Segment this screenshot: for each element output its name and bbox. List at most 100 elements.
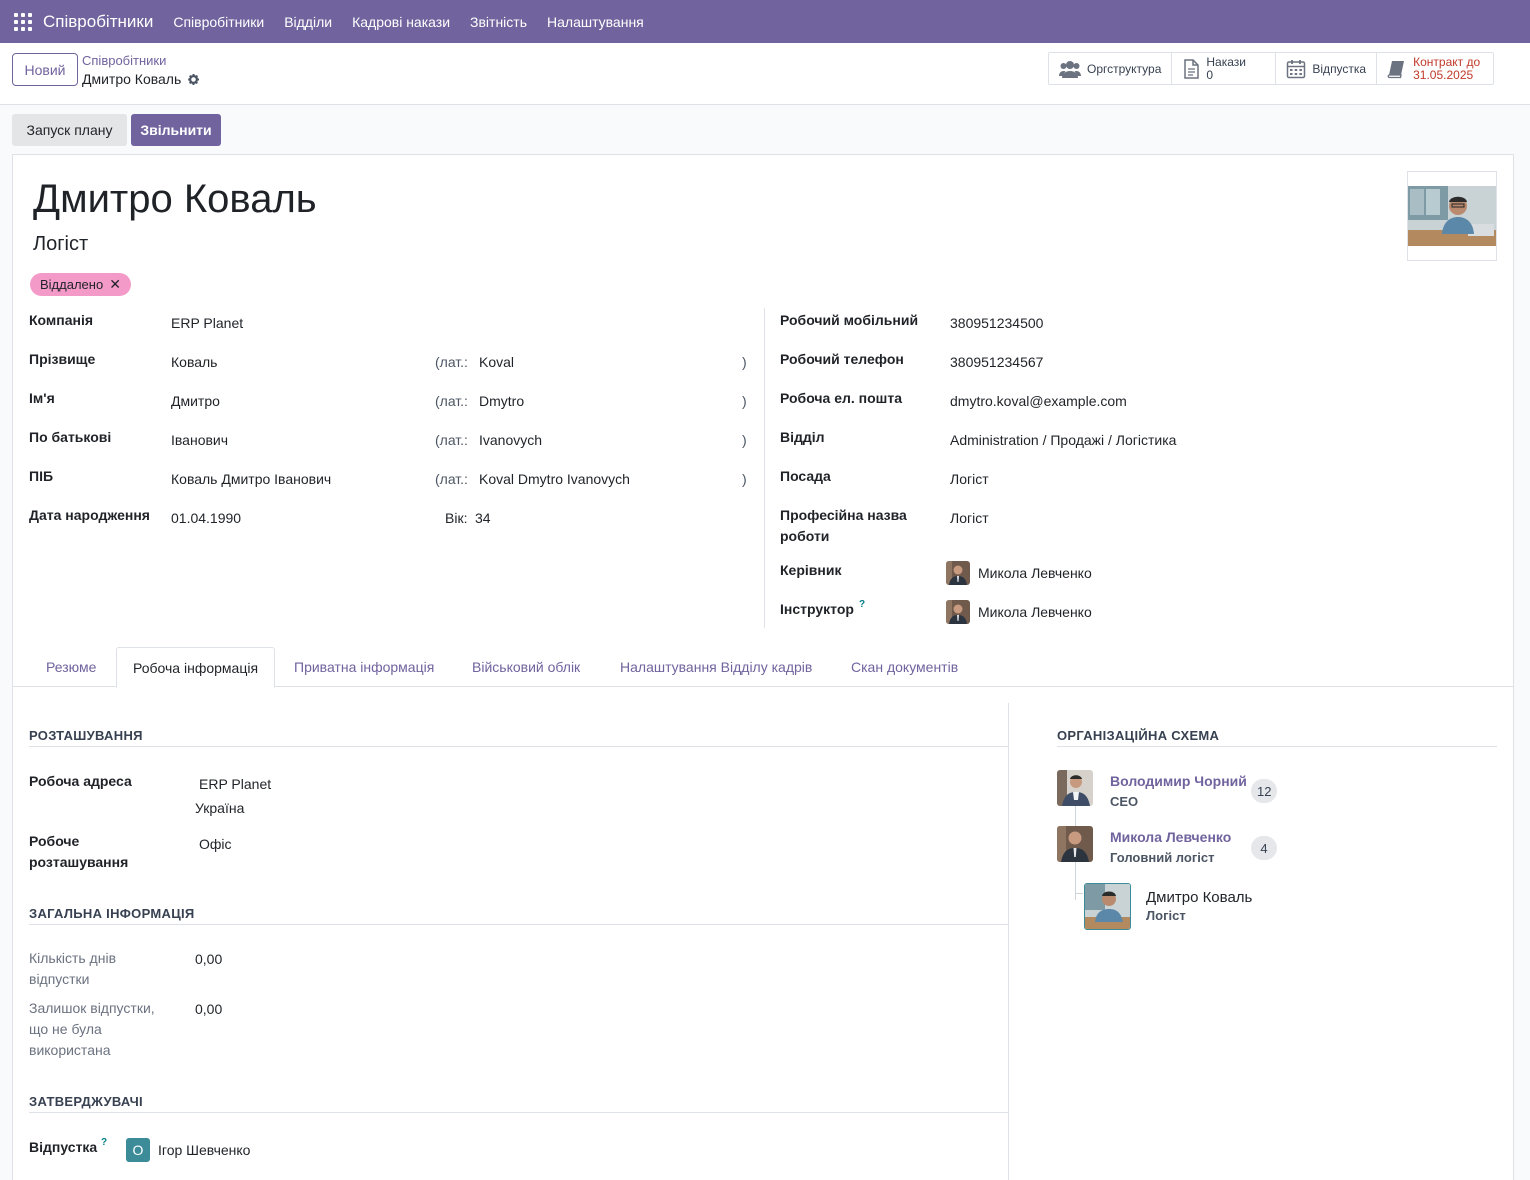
employee-photo[interactable] [1407,171,1497,261]
lastname-lat-suffix: ) [742,354,747,370]
top-navbar: Співробітники Співробітники Відділи Кадр… [0,0,1530,43]
work-location-field[interactable]: Офіс [199,834,232,854]
dismiss-button[interactable]: Звільнити [131,114,221,146]
org-node-0-name[interactable]: Володимир Чорний [1110,773,1247,789]
org-chart-title: ОРГАНІЗАЦІЙНА СХЕМА [1057,728,1220,743]
org-node-0-avatar[interactable] [1057,770,1093,806]
age-label: Вік: [445,510,468,526]
patronymic-label: По батькові [29,429,112,445]
employee-job-title[interactable]: Логіст [33,233,88,256]
nav-settings[interactable]: Налаштування [547,14,644,30]
tab-resume[interactable]: Резюме [46,647,96,687]
birthdate-field[interactable]: 01.04.1990 [171,508,241,528]
nav-employees[interactable]: Співробітники [173,14,264,30]
approver-help-icon[interactable]: ? [101,1137,107,1148]
manager-field[interactable]: Микола Левченко [978,563,1092,583]
coach-help-icon[interactable]: ? [859,599,865,610]
prof-title-label: Професійна назва роботи [780,505,907,547]
firstname-lat-prefix: (лат.: [435,393,468,409]
nav-reporting[interactable]: Звітність [470,14,527,30]
leave-remaining-value: 0,00 [195,1001,223,1017]
orders-button[interactable]: Накази 0 [1172,53,1277,84]
patronymic-field[interactable]: Іванович [171,430,228,450]
document-icon [1184,58,1200,79]
coach-field[interactable]: Микола Левченко [978,602,1092,622]
work-phone-label: Робочий телефон [780,351,904,367]
work-address-field[interactable]: ERP Planet [199,774,271,794]
breadcrumb-current: Дмитро Коваль [82,71,200,87]
leave-button[interactable]: Відпустка [1276,53,1378,84]
employee-name[interactable]: Дмитро Коваль [33,177,317,222]
age-value: 34 [475,510,491,526]
book-icon [1387,60,1405,78]
work-mobile-field[interactable]: 380951234500 [950,313,1043,333]
tab-work-info[interactable]: Робоча інформація [116,647,276,688]
work-location-label-line2: розташування [29,854,129,870]
org-column-divider [1008,703,1009,1180]
tab-document-scans[interactable]: Скан документів [851,647,958,687]
fullname-lat-suffix: ) [742,471,747,487]
org-connector-1 [1075,806,1076,826]
calendar-icon [1287,59,1306,78]
org-node-2-avatar [1084,883,1131,930]
nav-hr-orders[interactable]: Кадрові накази [352,14,450,30]
department-label: Відділ [780,429,825,445]
leave-days-label-line2: відпустки [29,971,90,987]
org-node-1-name[interactable]: Микола Левченко [1110,829,1231,845]
firstname-lat-field[interactable]: Dmytro [479,391,524,411]
prof-title-field[interactable]: Логіст [950,508,989,528]
org-connector-3 [1075,893,1083,894]
smart-buttons: Оргструктура Накази 0 Відпустка Контракт… [1048,52,1495,85]
firstname-label: Ім'я [29,390,55,406]
tab-private-info[interactable]: Приватна інформація [294,647,434,687]
tab-hr-settings[interactable]: Налаштування Відділу кадрів [620,647,812,687]
patronymic-lat-field[interactable]: Ivanovych [479,430,542,450]
approver-leave-label: Відпустка [29,1139,98,1155]
launch-plan-button[interactable]: Запуск плану [12,114,127,146]
leave-days-label-line1: Кількість днів [29,950,117,966]
firstname-field[interactable]: Дмитро [171,391,220,411]
tag-remote: Віддалено ✕ [30,273,131,296]
firstname-lat-suffix: ) [742,393,747,409]
section-location-title: РОЗТАШУВАННЯ [29,728,143,743]
work-address-country: Україна [195,800,245,816]
work-email-field[interactable]: dmytro.koval@example.com [950,391,1127,411]
coach-label: Інструктор [780,601,854,617]
tab-military[interactable]: Військовий облік [472,647,580,687]
company-field[interactable]: ERP Planet [171,313,243,333]
work-location-label-line1: Робоче [29,833,80,849]
apps-grid-icon[interactable] [14,12,32,31]
fullname-field[interactable]: Коваль Дмитро Іванович [171,469,331,489]
fullname-lat-field[interactable]: Koval Dmytro Ivanovych [479,469,630,489]
org-node-0-count[interactable]: 12 [1251,779,1278,803]
org-node-2-title: Логіст [1146,908,1186,923]
department-field[interactable]: Administration / Продажі / Логістика [950,430,1176,450]
work-phone-field[interactable]: 380951234567 [950,352,1043,372]
org-node-1-avatar[interactable] [1057,826,1093,862]
control-panel: Новий Співробітники Дмитро Коваль Оргстр… [0,43,1530,105]
breadcrumb-parent[interactable]: Співробітники [82,53,166,68]
leave-days-label: Кількість днів відпустки [29,948,116,990]
gear-icon[interactable] [187,73,200,86]
field-divider [764,308,765,628]
org-node-1-title: Головний логіст [1110,850,1215,865]
org-chart-button[interactable]: Оргструктура [1049,53,1173,84]
org-node-1-count[interactable]: 4 [1251,836,1277,860]
app-brand[interactable]: Співробітники [43,12,153,32]
new-button[interactable]: Новий [12,53,78,86]
section-location-divider [29,746,1008,747]
position-field[interactable]: Логіст [950,469,989,489]
approver-leave-field[interactable]: Ігор Шевченко [158,1140,250,1160]
leave-remaining-label-line3: використана [29,1042,111,1058]
tag-remove-icon[interactable]: ✕ [109,276,121,293]
leave-label: Відпустка [1312,61,1367,76]
lastname-field[interactable]: Коваль [171,352,217,372]
nav-departments[interactable]: Відділи [284,14,332,30]
lastname-lat-field[interactable]: Koval [479,352,514,372]
contract-button[interactable]: Контракт до 31.05.2025 [1377,53,1493,84]
work-email-label: Робоча ел. пошта [780,390,902,406]
breadcrumb-current-label: Дмитро Коваль [82,71,182,87]
org-chart-divider [1057,746,1497,747]
org-node-0-title: CEO [1110,794,1139,809]
manager-avatar [946,561,970,585]
